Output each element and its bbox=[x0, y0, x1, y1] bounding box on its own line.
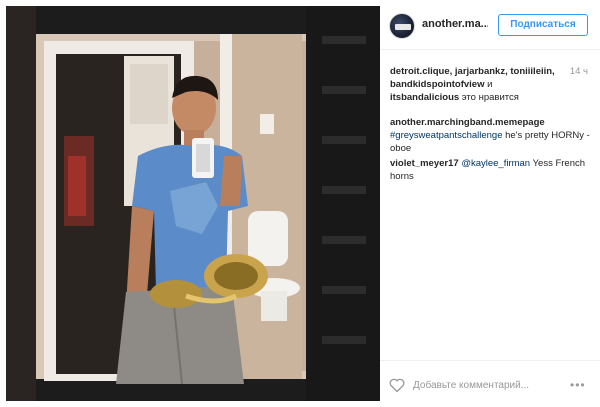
comment-username[interactable]: another.marchingband.memepage bbox=[390, 117, 545, 128]
likes-section: detroit.clique, jarjarbankz, toniiileiin… bbox=[390, 65, 590, 104]
post-footer: Добавьте комментарий... ••• bbox=[380, 360, 600, 407]
post-sidebar: another.ma... Подписаться detroit.clique… bbox=[380, 0, 600, 407]
comment-item: violet_meyer17 @kaylee_firman Yess Frenc… bbox=[390, 157, 590, 183]
avatar[interactable] bbox=[389, 13, 415, 39]
liker-names[interactable]: detroit.clique, jarjarbankz, toniiileiin… bbox=[390, 66, 555, 90]
heart-icon[interactable] bbox=[389, 378, 405, 393]
username-link[interactable]: another.ma... bbox=[422, 18, 488, 30]
liker-last-name[interactable]: itsbandalicious bbox=[390, 92, 459, 103]
likes-connector: и bbox=[487, 79, 493, 90]
post-timestamp[interactable]: 14 ч bbox=[570, 65, 588, 78]
follow-button[interactable]: Подписаться bbox=[498, 14, 588, 36]
add-comment-input[interactable]: Добавьте комментарий... bbox=[413, 380, 563, 391]
mirror-selfie-image bbox=[6, 6, 380, 401]
post-header: another.ma... Подписаться bbox=[380, 0, 600, 50]
post-photo[interactable] bbox=[6, 6, 380, 401]
comment-item: another.marchingband.memepage #greysweat… bbox=[390, 116, 590, 155]
instagram-post: another.ma... Подписаться detroit.clique… bbox=[0, 0, 600, 407]
comment-mention[interactable]: @kaylee_firman bbox=[461, 158, 530, 169]
comment-hashtag[interactable]: #greysweatpantschallenge bbox=[390, 130, 503, 141]
likes-text: detroit.clique, jarjarbankz, toniiileiin… bbox=[390, 65, 560, 104]
likes-suffix: это нравится bbox=[461, 92, 519, 103]
comment-username[interactable]: violet_meyer17 bbox=[390, 158, 459, 169]
ellipsis-icon[interactable]: ••• bbox=[570, 378, 586, 392]
